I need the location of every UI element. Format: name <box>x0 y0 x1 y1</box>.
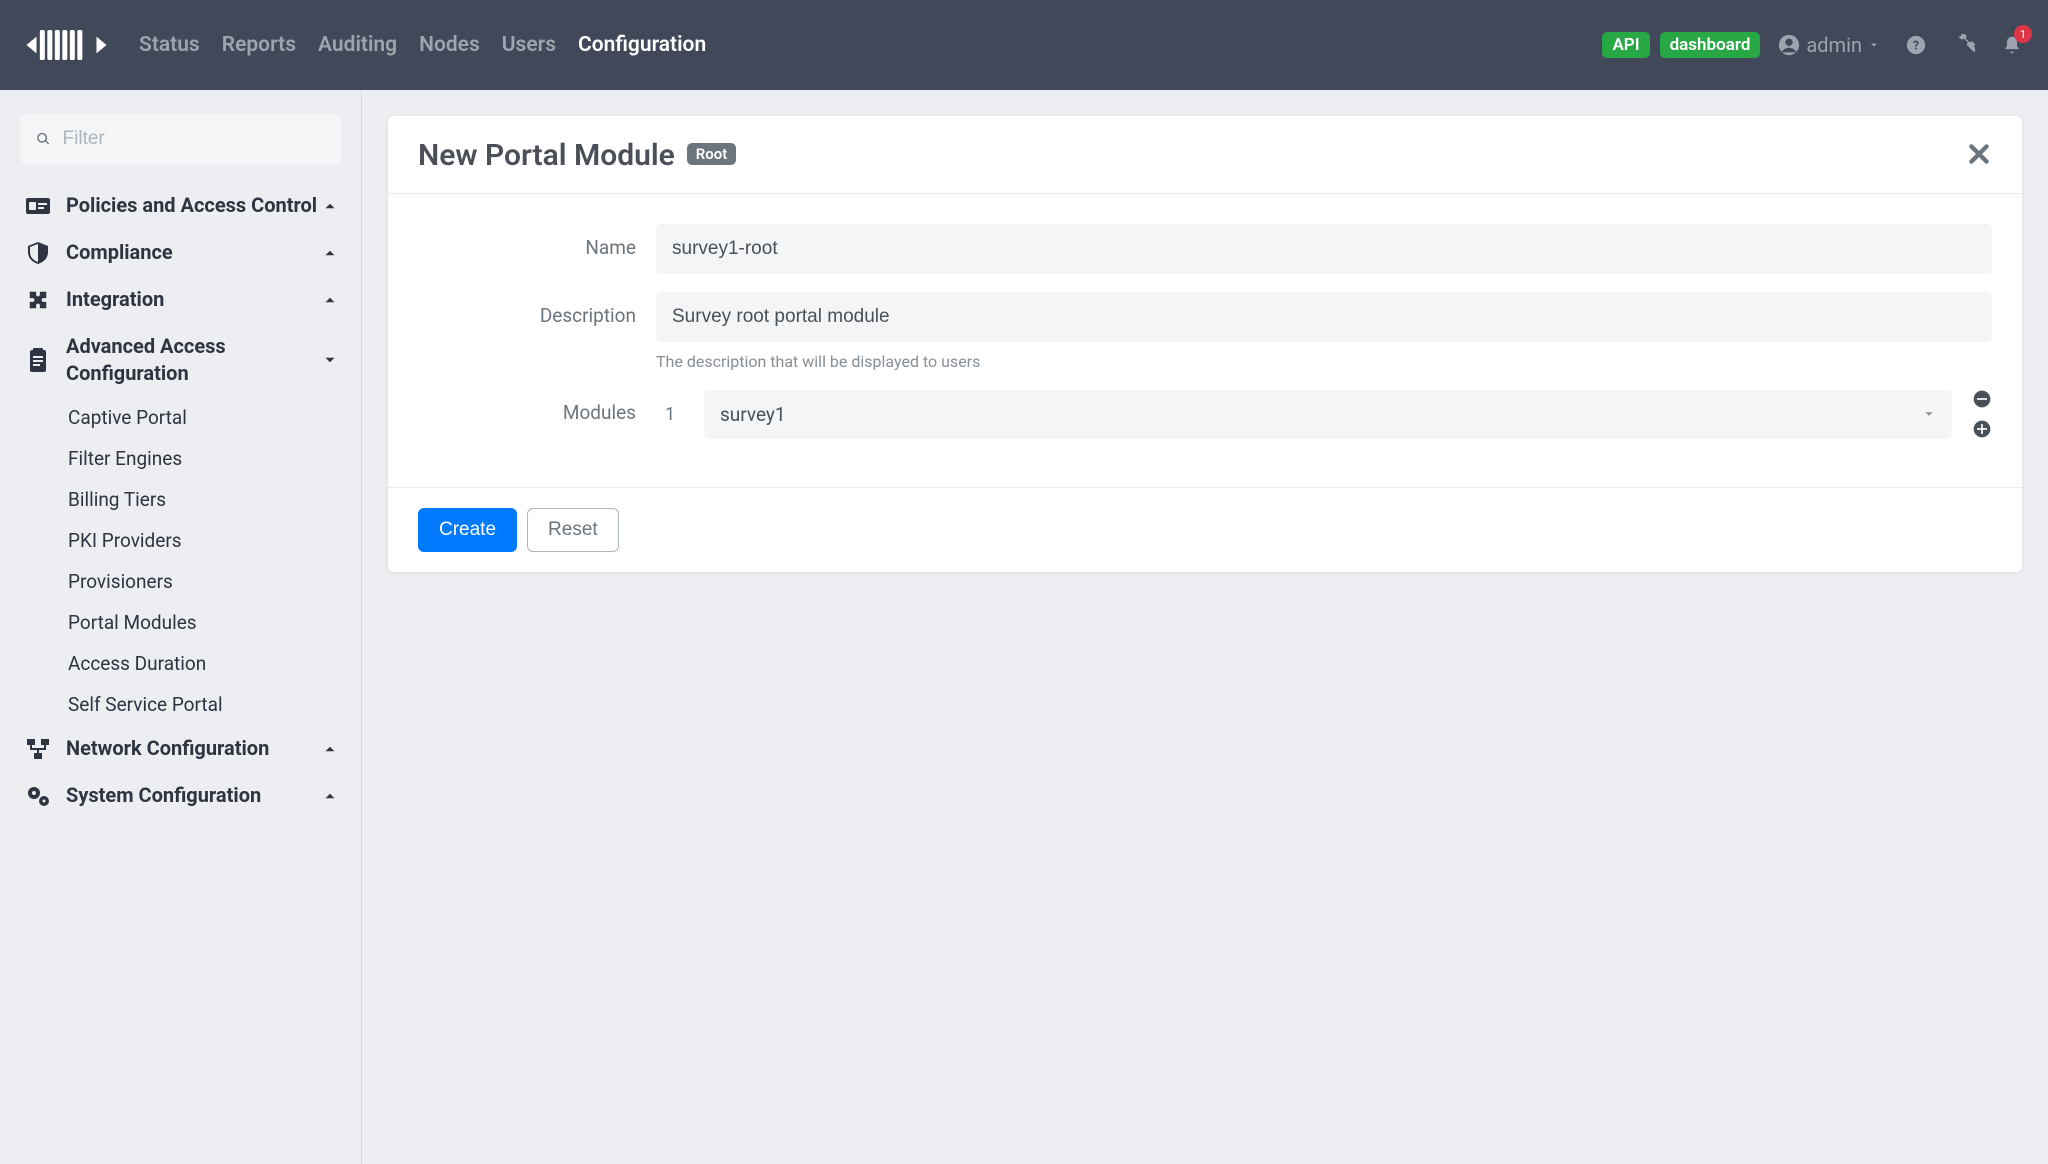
id-card-icon <box>22 196 54 216</box>
chevron-up-icon <box>321 244 339 262</box>
nav-users[interactable]: Users <box>502 33 556 57</box>
sidebar-group-network[interactable]: Network Configuration <box>0 725 361 772</box>
filter-input[interactable] <box>63 128 325 150</box>
nav-status[interactable]: Status <box>139 33 200 57</box>
nav-nodes[interactable]: Nodes <box>419 33 480 57</box>
top-navbar: Status Reports Auditing Nodes Users Conf… <box>0 0 2048 90</box>
chevron-up-icon <box>321 740 339 758</box>
close-icon[interactable] <box>1966 141 1992 171</box>
remove-row-icon[interactable] <box>1972 389 1992 409</box>
chevron-down-icon <box>321 351 339 369</box>
sidebar-label: Advanced Access Configuration <box>66 333 321 387</box>
app-logo <box>24 20 109 70</box>
sidebar-item-filter-engines[interactable]: Filter Engines <box>0 438 361 479</box>
user-icon <box>1778 34 1800 56</box>
shield-icon <box>22 242 54 264</box>
bell-icon[interactable]: 1 <box>2000 33 2024 57</box>
user-name: admin <box>1806 33 1862 57</box>
sidebar-item-provisioners[interactable]: Provisioners <box>0 561 361 602</box>
add-row-icon[interactable] <box>1972 419 1992 439</box>
main-content: New Portal Module Root Name Description <box>362 90 2048 1164</box>
search-icon <box>36 131 51 147</box>
label-name: Name <box>418 224 656 259</box>
page-title: New Portal Module <box>418 138 675 173</box>
sidebar-filter[interactable] <box>20 114 341 164</box>
module-select[interactable]: survey1 <box>704 390 1952 439</box>
sidebar-group-integration[interactable]: Integration <box>0 276 361 323</box>
label-description: Description <box>418 292 656 327</box>
caret-down-icon <box>1868 39 1880 51</box>
sidebar-label: Network Configuration <box>66 735 321 762</box>
clipboard-icon <box>22 348 54 372</box>
sidebar-group-system[interactable]: System Configuration <box>0 772 361 819</box>
help-icon[interactable]: ? <box>1904 33 1928 57</box>
module-index: 1 <box>656 404 684 425</box>
card-header: New Portal Module Root <box>388 116 2022 194</box>
cogs-icon <box>22 785 54 807</box>
sidebar-label: Integration <box>66 286 321 313</box>
network-icon <box>22 739 54 759</box>
sidebar-group-advanced[interactable]: Advanced Access Configuration <box>0 323 361 397</box>
card-footer: Create Reset <box>388 487 2022 572</box>
sidebar-label: Compliance <box>66 239 321 266</box>
chevron-up-icon <box>321 197 339 215</box>
reset-button[interactable]: Reset <box>527 508 619 552</box>
user-menu[interactable]: admin <box>1778 33 1880 57</box>
sidebar-label: Policies and Access Control <box>66 192 321 219</box>
chevron-up-icon <box>321 291 339 309</box>
description-help: The description that will be displayed t… <box>656 352 1992 371</box>
sidebar-item-portal-modules[interactable]: Portal Modules <box>0 602 361 643</box>
sidebar-item-captive-portal[interactable]: Captive Portal <box>0 397 361 438</box>
nav-configuration[interactable]: Configuration <box>578 33 706 57</box>
sidebar-item-self-service[interactable]: Self Service Portal <box>0 684 361 725</box>
name-input[interactable] <box>656 224 1992 274</box>
type-tag: Root <box>687 143 737 165</box>
caret-down-icon <box>1922 407 1936 421</box>
puzzle-icon <box>22 289 54 311</box>
sidebar-item-access-duration[interactable]: Access Duration <box>0 643 361 684</box>
api-badge[interactable]: API <box>1602 32 1649 58</box>
card-body: Name Description The description that wi… <box>388 194 2022 487</box>
create-button[interactable]: Create <box>418 508 517 552</box>
svg-text:?: ? <box>1913 39 1919 54</box>
label-modules: Modules <box>418 389 656 424</box>
chevron-up-icon <box>321 787 339 805</box>
dashboard-badge[interactable]: dashboard <box>1660 32 1761 58</box>
sidebar-item-pki-providers[interactable]: PKI Providers <box>0 520 361 561</box>
sidebar-group-compliance[interactable]: Compliance <box>0 229 361 276</box>
description-input[interactable] <box>656 292 1992 342</box>
nav-links: Status Reports Auditing Nodes Users Conf… <box>139 33 706 57</box>
notification-count: 1 <box>2014 25 2032 43</box>
sidebar-label: System Configuration <box>66 782 321 809</box>
module-select-value: survey1 <box>720 403 786 426</box>
tools-icon[interactable] <box>1952 33 1976 57</box>
sidebar-group-policies[interactable]: Policies and Access Control <box>0 182 361 229</box>
nav-auditing[interactable]: Auditing <box>318 33 397 57</box>
sidebar: Policies and Access Control Compliance I… <box>0 90 362 1164</box>
nav-right-cluster: API dashboard admin ? 1 <box>1602 32 2024 58</box>
sidebar-item-billing-tiers[interactable]: Billing Tiers <box>0 479 361 520</box>
row-controls <box>1972 389 1992 439</box>
portal-module-card: New Portal Module Root Name Description <box>388 116 2022 572</box>
nav-reports[interactable]: Reports <box>222 33 296 57</box>
